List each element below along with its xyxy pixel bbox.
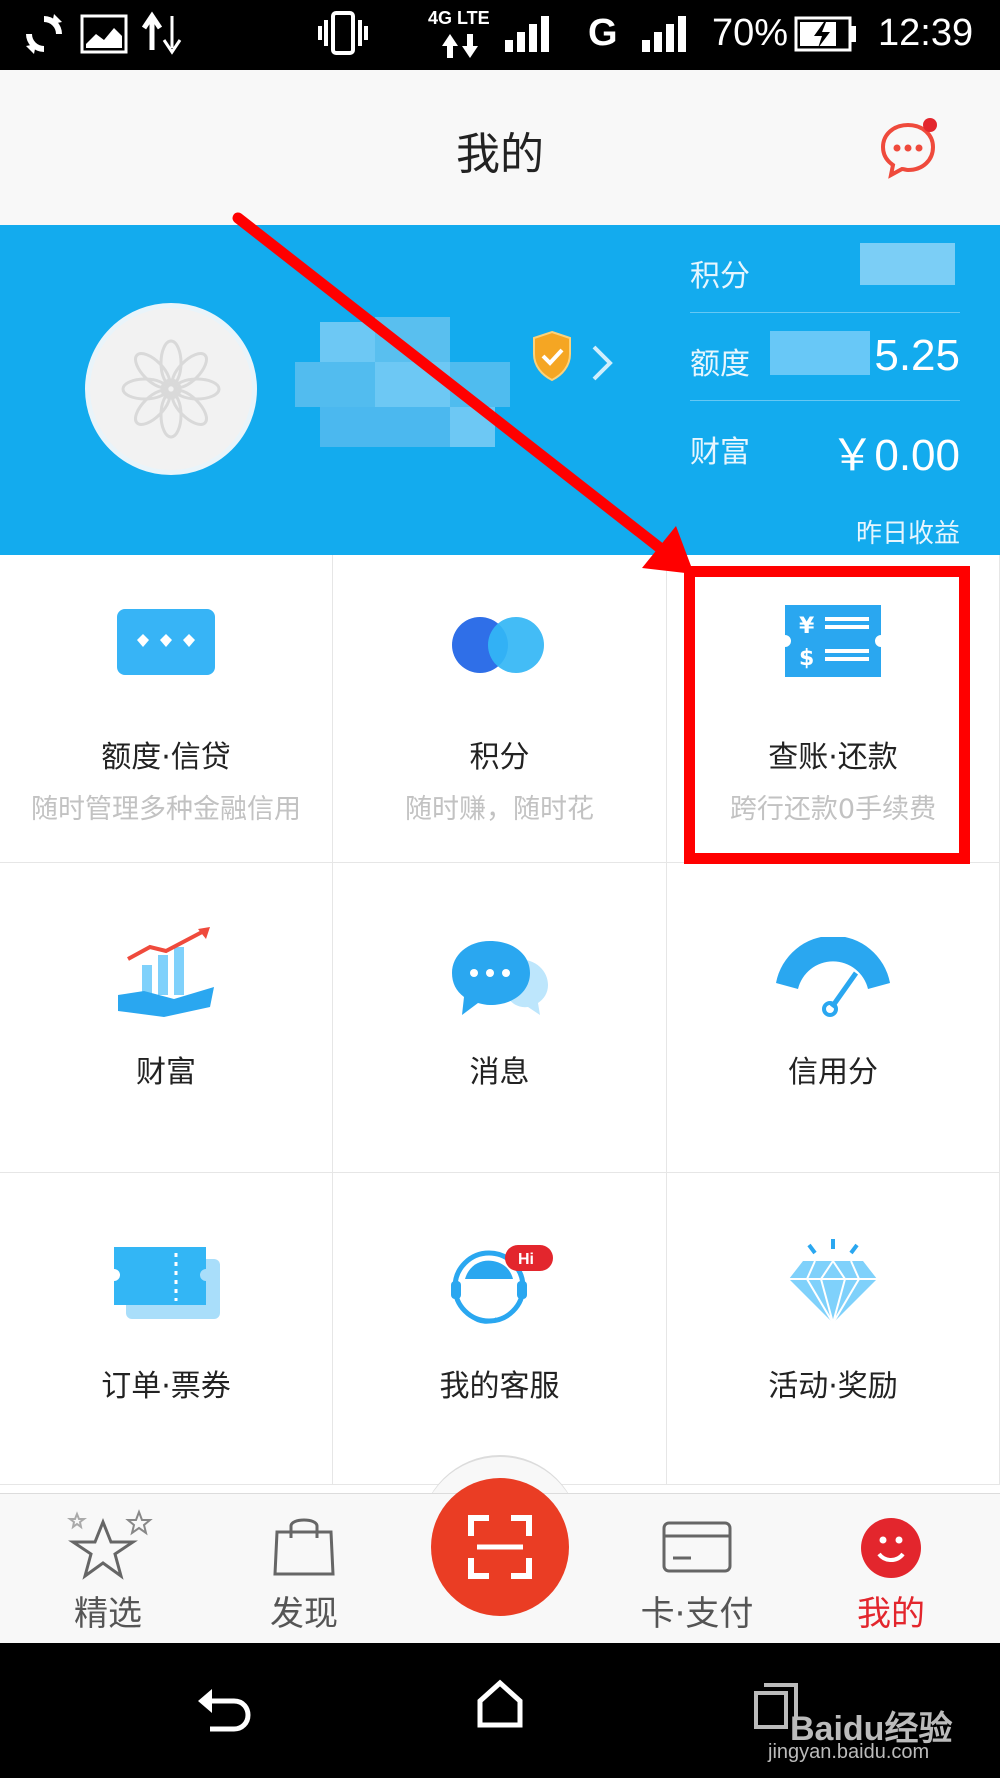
tab-card-pay[interactable]: 卡·支付 — [617, 1494, 777, 1644]
tab-featured[interactable]: 精选 — [28, 1494, 188, 1644]
grid-item-wealth[interactable]: 财富 — [0, 863, 333, 1173]
grid-subtitle: 随时管理多种金融信用 — [31, 794, 301, 825]
ticket-icon — [114, 1247, 220, 1319]
grid-title: 积分 — [469, 740, 530, 775]
home-icon[interactable] — [476, 1679, 524, 1729]
stat-credit[interactable]: 额度 5.25 — [690, 313, 960, 401]
credit-card-icon — [117, 609, 215, 675]
battery-percent: 70% — [712, 12, 789, 54]
data-transfer-icon — [141, 11, 182, 55]
carrier-indicator: G — [588, 12, 618, 54]
annotation-highlight-box — [684, 566, 970, 864]
scan-icon — [468, 1515, 532, 1579]
battery-icon — [794, 16, 856, 52]
wealth-growth-icon — [118, 927, 214, 1017]
tab-mine[interactable]: 我的 — [811, 1494, 971, 1644]
grid-item-credit[interactable]: 额度·信贷 随时管理多种金融信用 — [0, 555, 333, 863]
grid-title: 订单·票券 — [101, 1369, 231, 1404]
grid-title: 消息 — [469, 1055, 530, 1090]
grid-item-points[interactable]: 积分 随时赚，随时花 — [333, 555, 667, 863]
grid-item-messages[interactable]: 消息 — [333, 863, 667, 1173]
points-circles-icon — [451, 617, 544, 673]
chevron-right-icon[interactable] — [590, 343, 614, 383]
tab-label: 我的 — [857, 1594, 925, 1634]
stat-wealth-value: ￥0.00 — [830, 431, 960, 480]
grid-item-orders[interactable]: 订单·票券 — [0, 1173, 333, 1485]
nav-header: 我的 — [0, 70, 1000, 225]
scan-button[interactable] — [431, 1478, 569, 1616]
page-title: 我的 — [456, 129, 544, 180]
bag-icon — [273, 1518, 335, 1576]
clock: 12:39 — [878, 12, 974, 54]
grid-title: 活动·奖励 — [768, 1369, 898, 1404]
app-screen: 4G LTE G 70% 12:39 我的 积分 额度 5.25 财富 ￥0.0… — [0, 0, 1000, 1778]
tab-label: 卡·支付 — [640, 1594, 754, 1634]
grid-subtitle: 随时赚，随时花 — [405, 794, 594, 825]
flower-avatar-icon — [121, 339, 221, 439]
avatar[interactable] — [85, 303, 257, 475]
stat-wealth[interactable]: 财富 ￥0.00 — [690, 401, 960, 489]
diamond-icon — [789, 1239, 877, 1327]
smile-icon — [861, 1518, 921, 1578]
service-badge: Hi — [518, 1251, 534, 1268]
verified-shield-icon — [533, 330, 571, 382]
message-bubble-icon[interactable] — [878, 117, 940, 179]
customer-service-icon: Hi — [450, 1245, 553, 1324]
grid-title: 信用分 — [788, 1055, 878, 1090]
star-icon — [67, 1509, 153, 1580]
stat-wealth-label: 财富 — [690, 435, 750, 470]
chat-bubble-icon — [451, 941, 548, 1015]
masked-username — [295, 317, 535, 452]
grid-item-credit-score[interactable]: 信用分 — [667, 863, 1000, 1173]
stat-points[interactable]: 积分 — [690, 225, 960, 313]
gauge-icon — [776, 937, 890, 1017]
stat-credit-value: 5.25 — [874, 331, 960, 380]
back-icon[interactable] — [196, 1683, 252, 1733]
signal-arrows-icon — [442, 34, 478, 58]
system-nav-bar: Baidu经验 jingyan.baidu.com — [0, 1643, 1000, 1778]
image-icon — [80, 14, 128, 54]
yesterday-earnings-label: 昨日收益 — [855, 519, 960, 549]
signal-strength-2-icon — [642, 16, 686, 52]
tab-label: 精选 — [74, 1594, 142, 1634]
signal-strength-icon — [505, 16, 549, 52]
watermark-url: jingyan.baidu.com — [768, 1741, 930, 1763]
sync-icon — [26, 14, 62, 54]
grid-title: 额度·信贷 — [101, 740, 231, 775]
tab-label: 发现 — [270, 1594, 338, 1634]
tab-discover[interactable]: 发现 — [224, 1494, 384, 1644]
stat-credit-label: 额度 — [690, 347, 750, 382]
status-bar: 4G LTE G 70% 12:39 — [0, 0, 1000, 70]
grid-title: 财富 — [136, 1055, 196, 1090]
grid-item-customer-service[interactable]: Hi 我的客服 — [333, 1173, 667, 1485]
grid-item-activities[interactable]: 活动·奖励 — [667, 1173, 1000, 1485]
card-icon — [662, 1521, 732, 1573]
grid-title: 我的客服 — [439, 1369, 560, 1404]
network-type: 4G LTE — [428, 8, 490, 28]
profile-banner[interactable]: 积分 额度 5.25 财富 ￥0.00 昨日收益 — [0, 225, 1000, 555]
vibrate-icon — [318, 11, 368, 55]
stat-points-label: 积分 — [690, 259, 750, 294]
